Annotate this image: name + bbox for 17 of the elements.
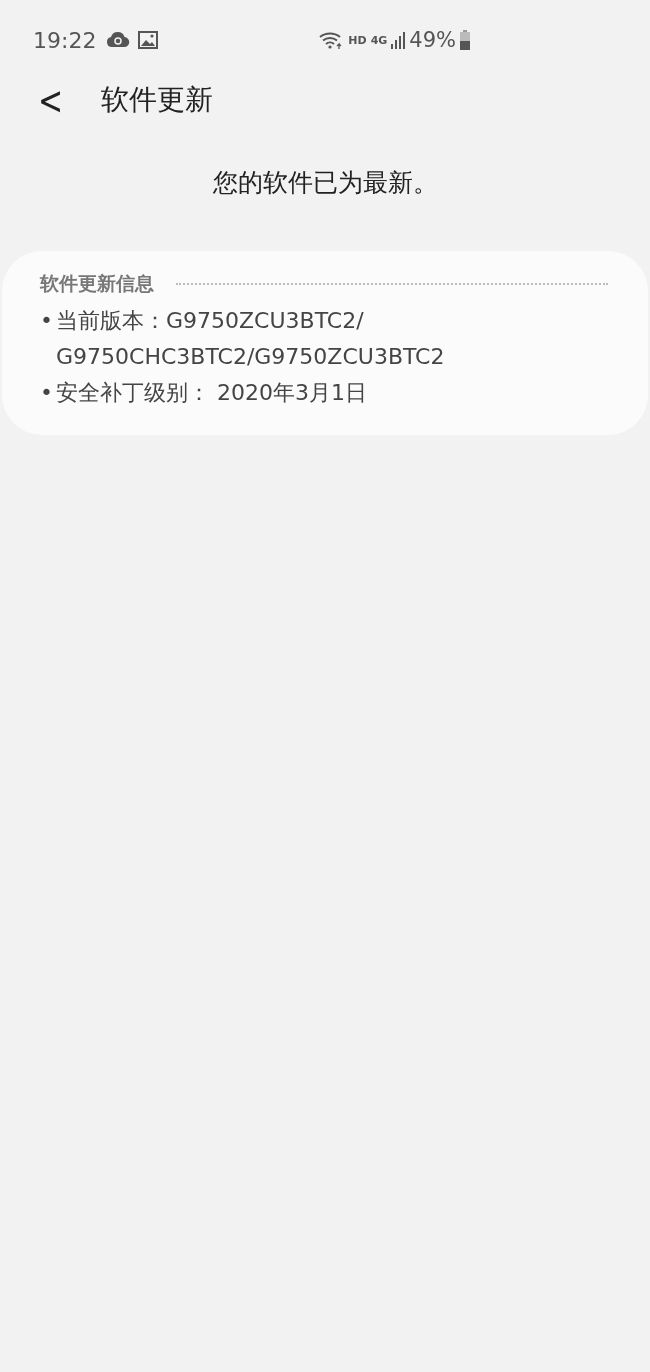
- cloud-sync-icon: [106, 31, 131, 49]
- hd-label: HD: [348, 33, 367, 47]
- battery-icon: [460, 30, 470, 50]
- image-icon: [138, 31, 159, 49]
- status-time: 19:22: [33, 27, 97, 53]
- info-text: 安全补丁级别： 2020年3月1日: [56, 379, 367, 407]
- battery-percent: 49%: [409, 28, 456, 52]
- network-label: 4G: [370, 33, 388, 47]
- back-button[interactable]: <: [30, 77, 72, 123]
- signal-icon: [391, 30, 406, 50]
- info-text: G9750CHC3BTC2/G9750ZCU3BTC2: [56, 343, 445, 371]
- page-title: 软件更新: [101, 82, 214, 118]
- card-title: 软件更新信息: [40, 271, 154, 296]
- status-message: 您的软件已为最新。: [211, 167, 439, 199]
- info-text: 当前版本：G9750ZCU3BTC2/: [56, 307, 365, 335]
- bullet: •: [40, 307, 54, 335]
- bullet: •: [40, 379, 54, 407]
